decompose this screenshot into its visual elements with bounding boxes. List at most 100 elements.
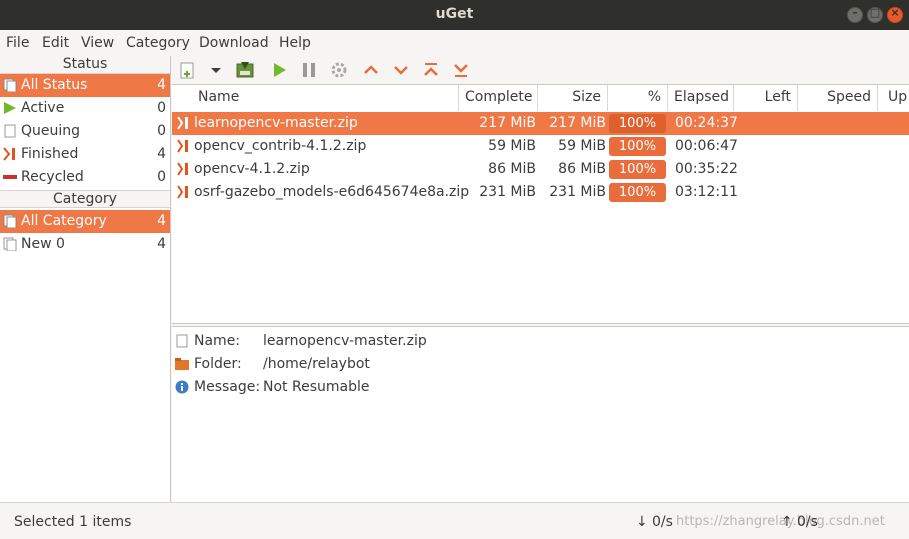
download-name: opencv-4.1.2.zip bbox=[194, 161, 310, 177]
column-name[interactable]: Name bbox=[172, 85, 459, 111]
download-elapsed: 00:24:37 bbox=[675, 115, 738, 131]
finished-icon bbox=[177, 116, 188, 130]
column-size[interactable]: Size bbox=[538, 85, 608, 111]
detail-name: Name: learnopencv-master.zip bbox=[172, 330, 909, 352]
column-elapsed[interactable]: Elapsed bbox=[668, 85, 734, 111]
status-item-recycled[interactable]: Recycled 0 bbox=[0, 166, 170, 189]
minimize-icon: – bbox=[852, 6, 858, 19]
menu-edit[interactable]: Edit bbox=[42, 35, 69, 51]
menu-category[interactable]: Category bbox=[126, 35, 190, 51]
download-name: opencv_contrib-4.1.2.zip bbox=[194, 138, 367, 154]
column-left[interactable]: Left bbox=[734, 85, 798, 111]
details-pane: Name: learnopencv-master.zip Folder: /ho… bbox=[172, 326, 909, 502]
status-item-queuing[interactable]: Queuing 0 bbox=[0, 120, 170, 143]
status-bar: Selected 1 items ↓ 0/s https://zhangrela… bbox=[0, 502, 909, 539]
status-item-label: Queuing bbox=[21, 123, 81, 139]
all-category-icon bbox=[3, 214, 17, 228]
finished-icon bbox=[177, 162, 188, 176]
status-item-all[interactable]: All Status 4 bbox=[0, 74, 170, 97]
download-size: 231 MiB bbox=[549, 184, 606, 200]
menu-bar: File Edit View Category Download Help bbox=[0, 30, 909, 56]
download-size: 86 MiB bbox=[558, 161, 606, 177]
download-name: osrf-gazebo_models-e6d645674e8a.zip bbox=[194, 184, 470, 200]
download-complete: 231 MiB bbox=[479, 184, 536, 200]
category-item-label: New 0 bbox=[21, 236, 65, 252]
download-row[interactable]: osrf-gazebo_models-e6d645674e8a.zip 231 … bbox=[172, 181, 909, 204]
download-complete: 217 MiB bbox=[479, 115, 536, 131]
download-speed: 0/s bbox=[652, 514, 673, 530]
maximize-button[interactable]: □ bbox=[867, 6, 883, 23]
detail-folder-value: /home/relaybot bbox=[263, 356, 370, 372]
column-speed[interactable]: Speed bbox=[798, 85, 878, 111]
finished-icon bbox=[177, 139, 188, 153]
status-item-label: Finished bbox=[21, 146, 79, 162]
menu-file[interactable]: File bbox=[6, 35, 29, 51]
menu-download[interactable]: Download bbox=[199, 35, 269, 51]
detail-name-value: learnopencv-master.zip bbox=[263, 333, 427, 349]
close-icon: × bbox=[890, 6, 900, 19]
status-item-count: 0 bbox=[157, 100, 166, 116]
download-percent: 100% bbox=[609, 183, 666, 202]
move-up-icon[interactable] bbox=[361, 60, 381, 80]
download-percent: 100% bbox=[609, 160, 666, 179]
status-item-count: 4 bbox=[157, 146, 166, 162]
status-item-count: 0 bbox=[157, 123, 166, 139]
play-icon bbox=[4, 102, 16, 114]
status-item-label: Active bbox=[21, 100, 65, 116]
all-status-icon bbox=[3, 78, 17, 92]
download-list: Name Complete Size % Elapsed Left Speed … bbox=[172, 84, 909, 324]
pause-icon[interactable] bbox=[299, 60, 319, 80]
category-item-new0[interactable]: New 0 4 bbox=[0, 233, 170, 256]
detail-folder: Folder: /home/relaybot bbox=[172, 353, 909, 375]
window-title: uGet bbox=[435, 6, 474, 22]
download-size: 217 MiB bbox=[549, 115, 606, 131]
download-complete: 86 MiB bbox=[488, 161, 536, 177]
download-percent: 100% bbox=[609, 114, 666, 133]
close-button[interactable]: × bbox=[887, 6, 903, 23]
menu-view[interactable]: View bbox=[81, 35, 114, 51]
column-up[interactable]: Up bbox=[878, 85, 909, 111]
download-row[interactable]: learnopencv-master.zip 217 MiB 217 MiB 1… bbox=[172, 112, 909, 135]
status-item-finished[interactable]: Finished 4 bbox=[0, 143, 170, 166]
detail-message-label: Message: bbox=[194, 379, 261, 395]
new-download-icon[interactable] bbox=[178, 60, 198, 80]
sidebar: Status All Status 4 Active 0 Queuing 0 F… bbox=[0, 56, 171, 502]
category-icon bbox=[3, 237, 17, 251]
save-icon[interactable] bbox=[235, 60, 255, 80]
minimize-button[interactable]: – bbox=[847, 6, 863, 23]
move-top-icon[interactable] bbox=[421, 60, 441, 80]
category-header: Category bbox=[0, 190, 170, 208]
status-item-count: 0 bbox=[157, 169, 166, 185]
category-item-all[interactable]: All Category 4 bbox=[0, 210, 170, 233]
download-percent: 100% bbox=[609, 137, 666, 156]
chevron-down-icon[interactable] bbox=[206, 60, 226, 80]
column-complete[interactable]: Complete bbox=[459, 85, 538, 111]
selected-count: Selected 1 items bbox=[14, 514, 132, 530]
download-row[interactable]: opencv-4.1.2.zip 86 MiB 86 MiB 100% 00:3… bbox=[172, 158, 909, 181]
move-down-icon[interactable] bbox=[391, 60, 411, 80]
status-item-label: Recycled bbox=[21, 169, 84, 185]
detail-message-value: Not Resumable bbox=[263, 379, 370, 395]
status-item-count: 4 bbox=[157, 77, 166, 93]
category-item-label: All Category bbox=[21, 213, 107, 229]
download-row[interactable]: opencv_contrib-4.1.2.zip 59 MiB 59 MiB 1… bbox=[172, 135, 909, 158]
status-item-active[interactable]: Active 0 bbox=[0, 97, 170, 120]
category-item-count: 4 bbox=[157, 236, 166, 252]
download-speed-icon: ↓ bbox=[636, 514, 648, 530]
download-complete: 59 MiB bbox=[488, 138, 536, 154]
download-elapsed: 00:06:47 bbox=[675, 138, 738, 154]
detail-message: Message: Not Resumable bbox=[172, 376, 909, 398]
column-percent[interactable]: % bbox=[608, 85, 668, 111]
menu-help[interactable]: Help bbox=[279, 35, 311, 51]
category-item-count: 4 bbox=[157, 213, 166, 229]
detail-name-label: Name: bbox=[194, 333, 241, 349]
maximize-icon: □ bbox=[869, 6, 881, 19]
folder-icon bbox=[175, 358, 189, 370]
detail-folder-label: Folder: bbox=[194, 356, 242, 372]
document-icon bbox=[176, 334, 188, 348]
move-bottom-icon[interactable] bbox=[451, 60, 471, 80]
gear-icon[interactable] bbox=[329, 60, 349, 80]
recycled-icon bbox=[3, 175, 17, 179]
start-icon[interactable] bbox=[269, 60, 289, 80]
title-bar: uGet – □ × bbox=[0, 0, 909, 30]
